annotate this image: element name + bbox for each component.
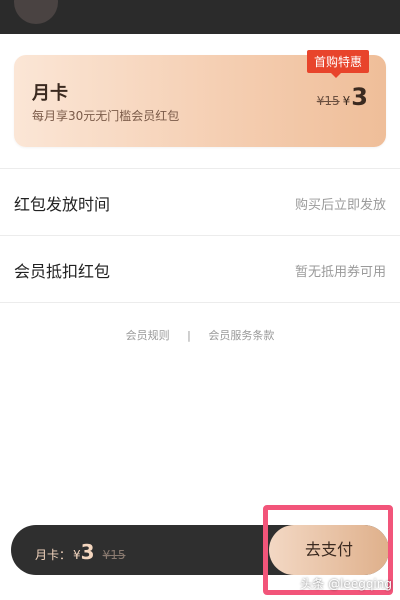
card-price: ¥15 ¥ 3: [317, 83, 368, 111]
pay-summary: 月卡： ¥ 3 ¥15: [35, 540, 125, 564]
pay-button[interactable]: 去支付: [269, 525, 389, 575]
avatar[interactable]: [14, 0, 58, 24]
row-label: 红包发放时间: [14, 195, 111, 214]
pay-currency: ¥: [73, 548, 81, 562]
row-label: 会员抵扣红包: [14, 262, 111, 281]
pay-label: 月卡：: [35, 548, 72, 562]
row-redpacket-time: 红包发放时间 购买后立即发放: [0, 168, 400, 235]
first-purchase-badge: 首购特惠: [306, 50, 369, 78]
row-redpacket-deduct[interactable]: 会员抵扣红包 暂无抵用券可用: [0, 235, 400, 302]
row-value: 购买后立即发放: [294, 198, 386, 213]
watermark: 头条 @leegqing: [300, 577, 392, 591]
card-subtitle: 每月享30元无门槛会员红包: [32, 109, 180, 123]
member-terms-link[interactable]: 会员服务条款: [208, 327, 274, 343]
pay-old-price: ¥15: [102, 548, 126, 562]
card-currency: ¥: [342, 94, 351, 108]
pay-price: 3: [80, 540, 95, 564]
card-new-price: 3: [351, 83, 368, 111]
divider: [0, 302, 400, 303]
row-value: 暂无抵用券可用: [294, 265, 386, 280]
policy-links: 会员规则 | 会员服务条款: [0, 327, 400, 343]
pay-bar: 月卡： ¥ 3 ¥15 去支付: [11, 525, 389, 575]
link-separator: |: [187, 329, 191, 342]
card-old-price: ¥15: [316, 94, 340, 108]
member-rules-link[interactable]: 会员规则: [126, 327, 170, 343]
top-header: [0, 0, 400, 34]
monthly-card[interactable]: 月卡 每月享30元无门槛会员红包 首购特惠 ¥15 ¥ 3: [14, 50, 386, 147]
card-title: 月卡: [32, 83, 68, 104]
